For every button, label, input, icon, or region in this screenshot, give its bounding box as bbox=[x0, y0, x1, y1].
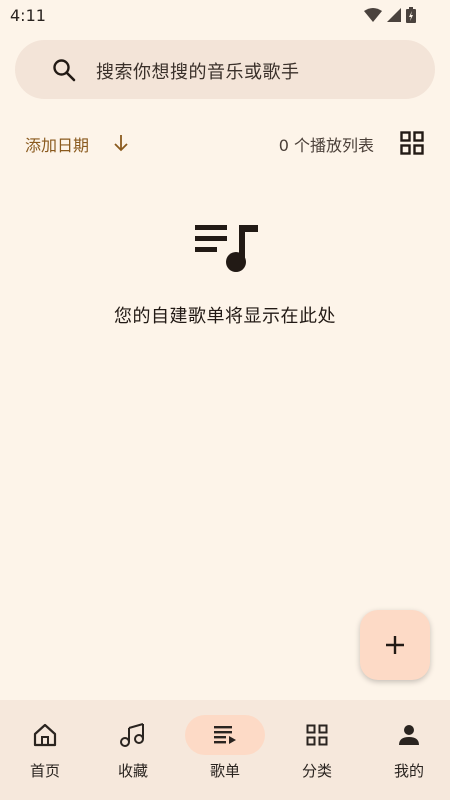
home-icon bbox=[33, 723, 57, 747]
bottom-navigation: 首页 收藏 歌单 分类 我的 bbox=[0, 700, 450, 800]
nav-icon-container bbox=[369, 715, 449, 755]
playlists-screen: 4:11 搜索你想搜的音乐或歌手 添加日期 0 个播放列表 您的自建歌单将显示在… bbox=[0, 0, 450, 800]
sort-by-button[interactable]: 添加日期 bbox=[25, 132, 89, 156]
nav-label: 收藏 bbox=[117, 762, 148, 780]
wifi-icon bbox=[364, 8, 382, 22]
music-notes-icon bbox=[120, 723, 144, 747]
nav-item-favorites[interactable]: 收藏 bbox=[88, 700, 178, 800]
status-icons bbox=[364, 7, 416, 23]
nav-icon-container bbox=[277, 715, 357, 755]
add-playlist-button[interactable] bbox=[360, 610, 430, 680]
nav-item-home[interactable]: 首页 bbox=[0, 700, 90, 800]
nav-icon-container bbox=[5, 715, 85, 755]
empty-state-message: 您的自建歌单将显示在此处 bbox=[114, 306, 336, 327]
nav-label: 分类 bbox=[301, 762, 332, 780]
playlist-icon bbox=[214, 726, 236, 744]
nav-icon-container bbox=[93, 715, 173, 755]
status-time: 4:11 bbox=[10, 6, 46, 25]
search-placeholder: 搜索你想搜的音乐或歌手 bbox=[96, 62, 300, 83]
grid-icon bbox=[306, 724, 328, 746]
arrow-down-icon[interactable] bbox=[113, 134, 129, 152]
search-bar[interactable]: 搜索你想搜的音乐或歌手 bbox=[15, 40, 435, 99]
nav-label: 我的 bbox=[393, 762, 424, 780]
plus-icon bbox=[386, 636, 404, 654]
signal-icon bbox=[387, 8, 401, 22]
status-bar: 4:11 bbox=[0, 0, 450, 30]
nav-label: 首页 bbox=[29, 762, 60, 780]
nav-label: 歌单 bbox=[209, 762, 240, 780]
playlist-music-icon bbox=[195, 225, 258, 272]
nav-item-me[interactable]: 我的 bbox=[364, 700, 450, 800]
nav-active-indicator bbox=[185, 715, 265, 755]
sort-row: 添加日期 0 个播放列表 bbox=[0, 128, 450, 158]
search-icon bbox=[53, 59, 76, 82]
playlist-count: 0 个播放列表 bbox=[278, 136, 374, 155]
nav-item-playlists[interactable]: 歌单 bbox=[180, 700, 270, 800]
grid-view-icon[interactable] bbox=[400, 131, 424, 155]
battery-icon bbox=[406, 7, 416, 23]
person-icon bbox=[399, 725, 419, 745]
nav-item-categories[interactable]: 分类 bbox=[272, 700, 362, 800]
